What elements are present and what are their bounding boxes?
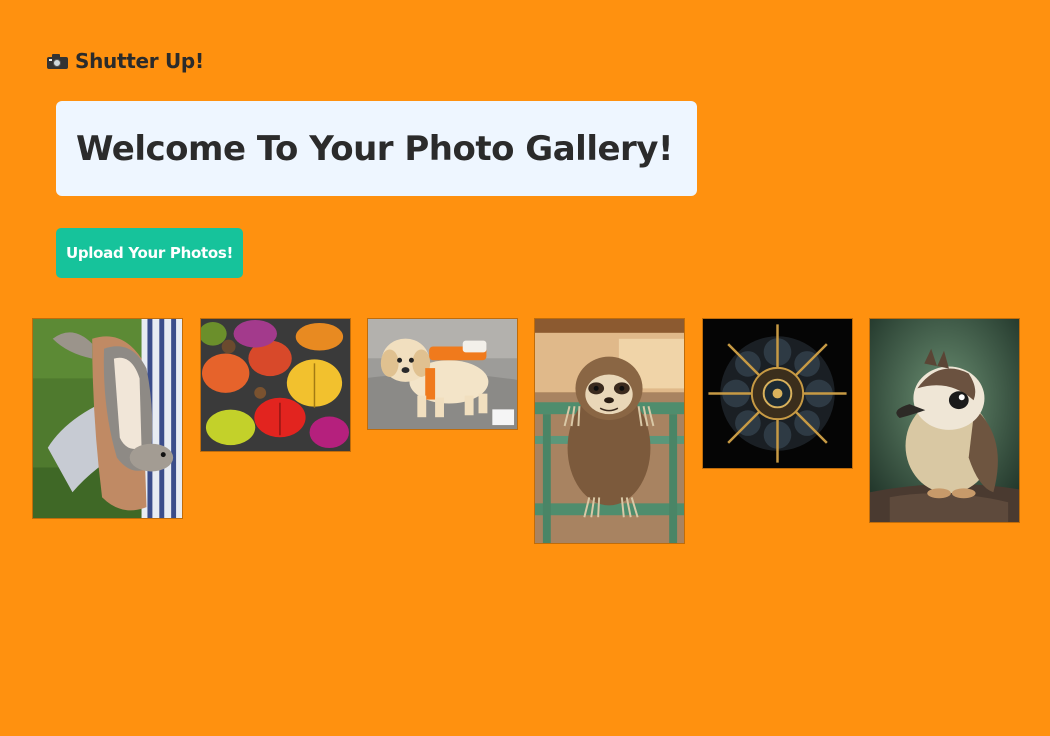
brand-name: Shutter Up! <box>75 49 204 73</box>
gallery-photo-puppy[interactable] <box>367 318 518 430</box>
kaleidoscope-image <box>703 319 852 468</box>
puppy-image <box>368 319 517 429</box>
gallery-photo-leaves[interactable] <box>200 318 351 452</box>
page-title: Welcome To Your Photo Gallery! <box>76 128 673 169</box>
bird-image <box>870 319 1019 522</box>
gallery-photo-kaleidoscope[interactable] <box>702 318 853 469</box>
camera-icon <box>47 53 68 69</box>
gallery-photo-sloth[interactable] <box>534 318 685 544</box>
squirrel-image <box>33 319 182 518</box>
gallery-photo-squirrel[interactable] <box>32 318 183 519</box>
leaves-image <box>201 319 350 451</box>
sloth-image <box>535 319 684 543</box>
gallery-photo-bird[interactable] <box>869 318 1020 523</box>
welcome-banner: Welcome To Your Photo Gallery! <box>56 101 697 196</box>
upload-photos-button[interactable]: Upload Your Photos! <box>56 228 243 278</box>
brand[interactable]: Shutter Up! <box>47 48 204 74</box>
